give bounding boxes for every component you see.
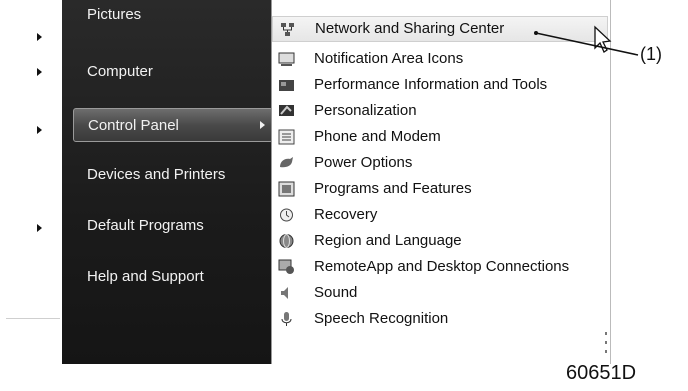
callout-leader-line: [534, 31, 639, 56]
scroll-grip: [605, 332, 608, 356]
figure-caption: 60651D: [566, 362, 637, 384]
callout-label: (1): [640, 44, 662, 64]
overlay: [534, 25, 639, 56]
